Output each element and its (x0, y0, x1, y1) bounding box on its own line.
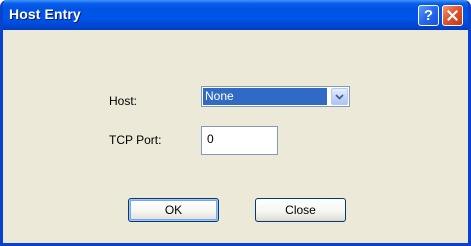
host-selected-value: None (203, 88, 327, 105)
host-label: Host: (109, 94, 138, 108)
host-entry-dialog: Host Entry ? Host: None TCP Port: 0 OK C… (0, 0, 471, 246)
window-close-button[interactable] (442, 5, 463, 26)
title-bar[interactable]: Host Entry ? (3, 0, 468, 30)
dialog-title: Host Entry (9, 6, 81, 22)
tcp-port-label: TCP Port: (109, 133, 162, 147)
chevron-down-icon (335, 93, 344, 100)
tcp-port-input[interactable]: 0 (201, 126, 278, 155)
dropdown-arrow-button[interactable] (331, 88, 348, 105)
help-icon: ? (423, 7, 434, 24)
help-button[interactable]: ? (418, 5, 439, 26)
close-icon (447, 10, 458, 21)
close-button[interactable]: Close (255, 198, 346, 222)
ok-button[interactable]: OK (128, 198, 219, 222)
host-dropdown[interactable]: None (201, 86, 350, 107)
